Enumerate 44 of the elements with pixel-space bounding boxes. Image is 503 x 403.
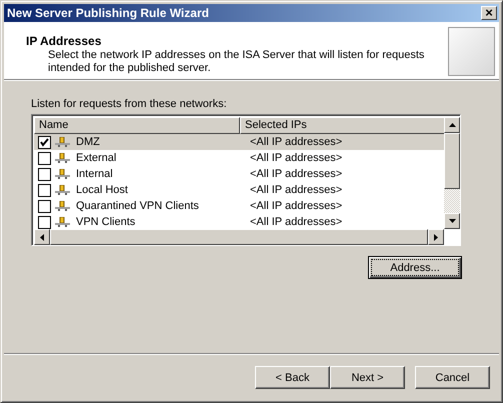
- next-button[interactable]: Next >: [330, 366, 405, 389]
- selected-ips: <All IP addresses>: [249, 215, 344, 229]
- selected-ips: <All IP addresses>: [249, 151, 344, 166]
- selected-ips: <All IP addresses>: [249, 199, 344, 214]
- address-button[interactable]: Address...: [368, 256, 462, 279]
- page-description: Select the network IP addresses on the ISA Server that will listen for requests intended for the published server.: [47, 49, 426, 75]
- back-button[interactable]: < Back: [255, 366, 330, 389]
- network-icon: [55, 217, 70, 227]
- list-row[interactable]: DMZ <All IP addresses>: [34, 134, 444, 150]
- left-arrow-icon: [40, 234, 44, 240]
- selected-ips: <All IP addresses>: [249, 135, 344, 150]
- network-name: Quarantined VPN Clients: [75, 199, 200, 214]
- checkbox[interactable]: [38, 216, 51, 228]
- network-name: Local Host: [75, 183, 129, 198]
- wizard-graphic: [448, 27, 495, 76]
- network-name: Internal: [75, 167, 114, 182]
- checkbox[interactable]: [38, 184, 51, 196]
- network-name: VPN Clients: [75, 215, 136, 229]
- checkmark-icon: [40, 138, 49, 146]
- network-name: External: [75, 151, 118, 166]
- network-icon: [55, 185, 70, 195]
- column-header[interactable]: Name: [34, 117, 240, 134]
- checkbox[interactable]: [38, 152, 51, 164]
- vertical-scrollbar[interactable]: [444, 117, 460, 229]
- list-label: Listen for requests from these networks:: [31, 98, 228, 111]
- up-arrow-icon: [448, 123, 456, 127]
- close-button[interactable]: ×: [481, 6, 497, 20]
- selected-ips: <All IP addresses>: [249, 167, 344, 182]
- network-name: DMZ: [75, 135, 101, 150]
- column-header[interactable]: Selected IPs: [240, 117, 444, 134]
- right-arrow-icon: [434, 234, 438, 240]
- selected-ips: <All IP addresses>: [249, 183, 344, 198]
- checkbox[interactable]: [38, 168, 51, 180]
- horizontal-scrollbar[interactable]: [34, 229, 444, 245]
- network-icon: [55, 169, 70, 179]
- network-icon: [55, 137, 70, 147]
- down-arrow-icon: [448, 219, 456, 223]
- page-title: IP Addresses: [26, 34, 102, 48]
- checkbox[interactable]: [38, 200, 51, 212]
- network-icon: [55, 201, 70, 211]
- network-icon: [55, 153, 70, 163]
- cancel-button[interactable]: Cancel: [415, 366, 490, 389]
- window-title: New Server Publishing Rule Wizard: [7, 6, 209, 20]
- checkbox[interactable]: [38, 136, 51, 148]
